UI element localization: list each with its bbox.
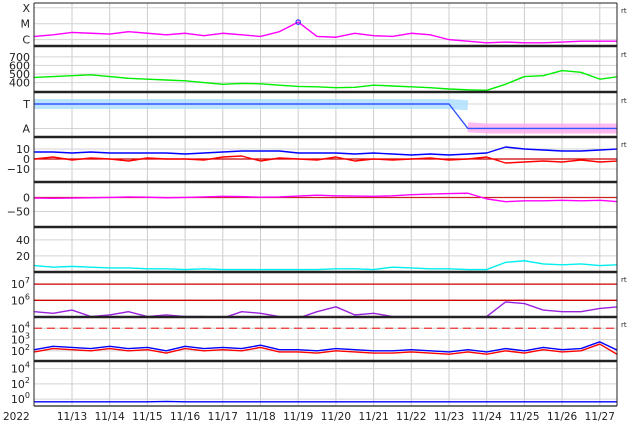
panel-source [34,104,618,128]
tick-exponent: 0 [25,391,30,400]
x-tick-label: 11/25 [509,411,539,423]
y-tick-label: 40 [16,234,30,247]
panel-density [34,261,618,270]
x-tick-label: 11/20 [321,411,351,423]
y-tick-label: 100 [11,391,30,406]
y-tick-label: 106 [11,292,30,307]
x-tick-label: 11/18 [245,411,275,423]
y-tick-label: X [22,2,30,15]
realtime-label: rt [621,141,627,149]
y-tick-label: M [21,18,31,31]
panel-phi [34,193,619,201]
y-tick-label: T [22,98,30,111]
x-tick-label: 11/19 [283,411,313,423]
panel-frames [34,3,617,406]
y-tick-label: 0 [23,191,30,204]
grid [34,3,617,406]
space-weather-chart: 11/13 11/14 11/15 11/16 11/17 11/18 11/19 11/20… [0,0,634,424]
y-tick-label: 104 [11,361,30,376]
x-tick-label: 11/15 [132,411,162,423]
y-tick-label: C [22,34,30,47]
y-tick-label: 10 [16,143,30,156]
realtime-label: rt [621,321,627,329]
realtime-label: rt [621,51,627,59]
realtime-label: rt [621,276,627,284]
tick-exponent: 3 [25,332,30,341]
x-tick-label: 11/14 [95,411,126,423]
y-tick-label: −50 [7,206,30,219]
realtime-label: rt [621,97,627,105]
tick-exponent: 2 [25,376,30,385]
x-tick-label: 11/13 [57,411,87,423]
x-tick-label: 11/21 [358,411,388,423]
tick-exponent: 4 [25,320,30,329]
x-tick-label: 11/22 [396,411,426,423]
x-tick-label: 11/24 [472,411,503,423]
series-density [34,261,618,270]
realtime-label: rt [621,7,627,15]
year-label: 2022 [3,411,30,423]
y-tick-label: 102 [11,376,30,391]
series-bt [34,147,618,155]
tick-exponent: 7 [25,276,30,285]
y-tick-label: 107 [11,276,30,291]
x-tick-label: 11/23 [434,411,464,423]
y-tick-label: 20 [16,250,30,263]
x-tick-label: 11/17 [208,411,238,423]
panel-electrons [34,284,619,318]
y-tick-label: 700 [9,51,30,64]
series-electron-flux [34,302,618,318]
x-tick-label: 11/16 [170,411,201,423]
tick-exponent: 6 [25,292,30,301]
y-tick-label: A [22,122,30,135]
tick-exponent: 2 [25,343,30,352]
x-tick-label: 11/27 [585,411,615,423]
chart-marks [34,20,619,402]
tick-exponent: 4 [25,361,30,370]
x-tick-label: 11/26 [547,411,578,423]
